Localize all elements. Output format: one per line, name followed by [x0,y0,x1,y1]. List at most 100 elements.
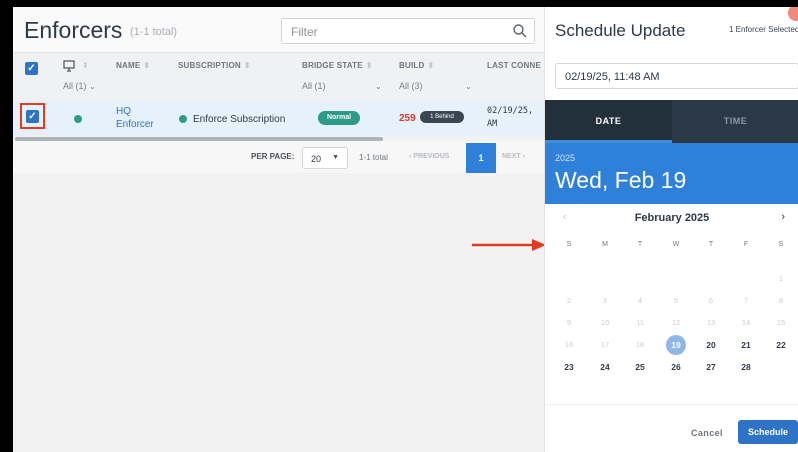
weekday-label: W [672,241,680,248]
weekday-label: S [566,241,572,248]
column-name[interactable]: NAME ⬍ [116,61,150,70]
subscription-value: Enforce Subscription [193,114,286,125]
column-build[interactable]: BUILD ⬍ [399,61,434,70]
sort-icon: ⬍ [243,61,251,70]
total-count: (1-1 total) [130,26,178,38]
schedule-panel: Schedule Update 1 Enforcer Selected 02/1… [544,7,798,452]
previous-label: PREVIOUS [413,153,450,160]
calendar-day[interactable]: 22 [771,335,791,355]
monitor-icon [63,60,75,72]
calendar-day[interactable]: 25 [630,357,650,377]
calendar-day: 7 [743,296,749,305]
last-connected-value: 02/19/25, AM [487,105,533,131]
last-connected-line2: AM [487,119,498,129]
calendar-day[interactable]: 23 [559,357,579,377]
schedule-button[interactable]: Schedule [738,420,798,444]
column-name-label: NAME [116,61,141,70]
calendar-day: 6 [708,296,714,305]
calendar-day[interactable]: 21 [736,335,756,355]
filter-input[interactable]: Filter [281,18,535,44]
cancel-button[interactable]: Cancel [691,428,723,438]
enforcer-name-line2: Enforcer [116,119,154,130]
per-page-select[interactable]: 20 ▼ [302,147,348,169]
calendar-day[interactable]: 26 [666,357,686,377]
column-bridge-state-label: BRIDGE STATE [302,61,363,70]
weekday-label: F [743,241,749,248]
chevron-right-icon[interactable]: › [781,211,785,223]
next-button[interactable]: NEXT › [502,153,525,160]
weekday-label: T [637,241,643,248]
sort-icon: ⬍ [143,61,151,70]
annotation-arrow-icon [472,239,546,251]
header-date: Wed, Feb 19 [555,167,687,193]
tab-date[interactable]: DATE [545,100,672,143]
calendar-day-selected[interactable]: 19 [666,335,686,355]
bridge-state-badge: Normal [318,111,360,125]
weekday-label: T [708,241,714,248]
column-last-connected[interactable]: LAST CONNE [487,61,541,70]
subscription-status-icon [179,115,187,123]
column-build-label: BUILD [399,61,425,70]
calendar-day: 9 [566,318,572,327]
status-dot-icon [74,115,82,123]
page-title: Enforcers [24,17,123,43]
caret-down-icon: ▼ [332,154,339,161]
table-header: ✓ ⬍ All (1) ⌄ NAME ⬍ SUBSCRIPTION ⬍ BRIDGE… [13,52,544,100]
calendar-day[interactable]: 27 [701,357,721,377]
calendar-day: 4 [637,296,643,305]
behind-badge: 1 Behind [420,111,464,123]
sort-icon: ⬍ [365,61,373,70]
enforcer-name-link[interactable]: HQ Enforcer [116,105,154,131]
build-filter[interactable]: All (3) [399,81,423,91]
date-header: 2025 Wed, Feb 19 [545,143,798,204]
sort-icon[interactable]: ⬍ [82,61,89,70]
build-filter-value: All (3) [399,81,423,91]
enforcers-panel: Enforcers (1-1 total) Filter ✓ ⬍ All (1)… [13,7,546,452]
notification-dot-icon [788,7,798,21]
chevron-right-icon: › [520,153,525,160]
calendar-day: 11 [636,318,644,327]
calendar-day: 18 [635,340,645,349]
app-page: Enforcers (1-1 total) Filter ✓ ⬍ All (1)… [13,7,798,452]
calendar-day[interactable]: 28 [736,357,756,377]
enforcer-name-line1: HQ [116,106,131,117]
calendar-day: 1 [778,274,784,283]
enforcers-header: Enforcers (1-1 total) Filter [13,7,544,52]
device-filter-value: All (1) [63,81,87,91]
calendar: ‹ February 2025 › S M T W T F S 1 2 3 4 5 6 7 8 9 10 11 12… [545,204,798,404]
bridge-state-filter[interactable]: All (1) [302,81,326,91]
chevron-down-icon[interactable]: ⌄ [465,82,472,91]
calendar-day: 3 [602,296,608,305]
search-icon[interactable] [511,22,529,40]
datetime-input[interactable]: 02/19/25, 11:48 AM [555,63,798,89]
per-page-value: 20 [311,154,322,164]
calendar-day: 2 [566,296,572,305]
calendar-day[interactable]: 20 [701,335,721,355]
device-filter[interactable]: All (1) ⌄ [63,81,96,91]
build-number: 259 [399,113,416,124]
filter-placeholder: Filter [291,25,318,39]
weekday-label: M [602,241,608,248]
previous-button[interactable]: ‹ PREVIOUS [409,153,449,160]
sort-icon: ⬍ [427,61,435,70]
calendar-month: February 2025 [634,212,710,224]
screenshot-frame: Enforcers (1-1 total) Filter ✓ ⬍ All (1)… [0,0,798,452]
next-label: NEXT [502,153,521,160]
column-subscription[interactable]: SUBSCRIPTION ⬍ [178,61,251,70]
bridge-state-filter-value: All (1) [302,81,326,91]
calendar-day: 5 [673,296,679,305]
calendar-day: 14 [741,318,751,327]
page-1-button[interactable]: 1 [466,143,496,173]
chevron-down-icon[interactable]: ⌄ [375,82,382,91]
pagination-total: 1-1 total [359,153,388,162]
select-all-checkbox[interactable]: ✓ [25,62,38,75]
schedule-title: Schedule Update [555,21,686,40]
header-year[interactable]: 2025 [555,153,575,163]
tab-time[interactable]: TIME [672,100,798,143]
per-page-label: PER PAGE: [251,152,295,161]
calendar-day[interactable]: 24 [595,357,615,377]
panel-footer: Cancel Schedule [545,404,798,452]
calendar-day: 15 [776,318,786,327]
picker-tabs: DATE TIME [545,100,798,143]
column-bridge-state[interactable]: BRIDGE STATE ⬍ [302,61,373,70]
